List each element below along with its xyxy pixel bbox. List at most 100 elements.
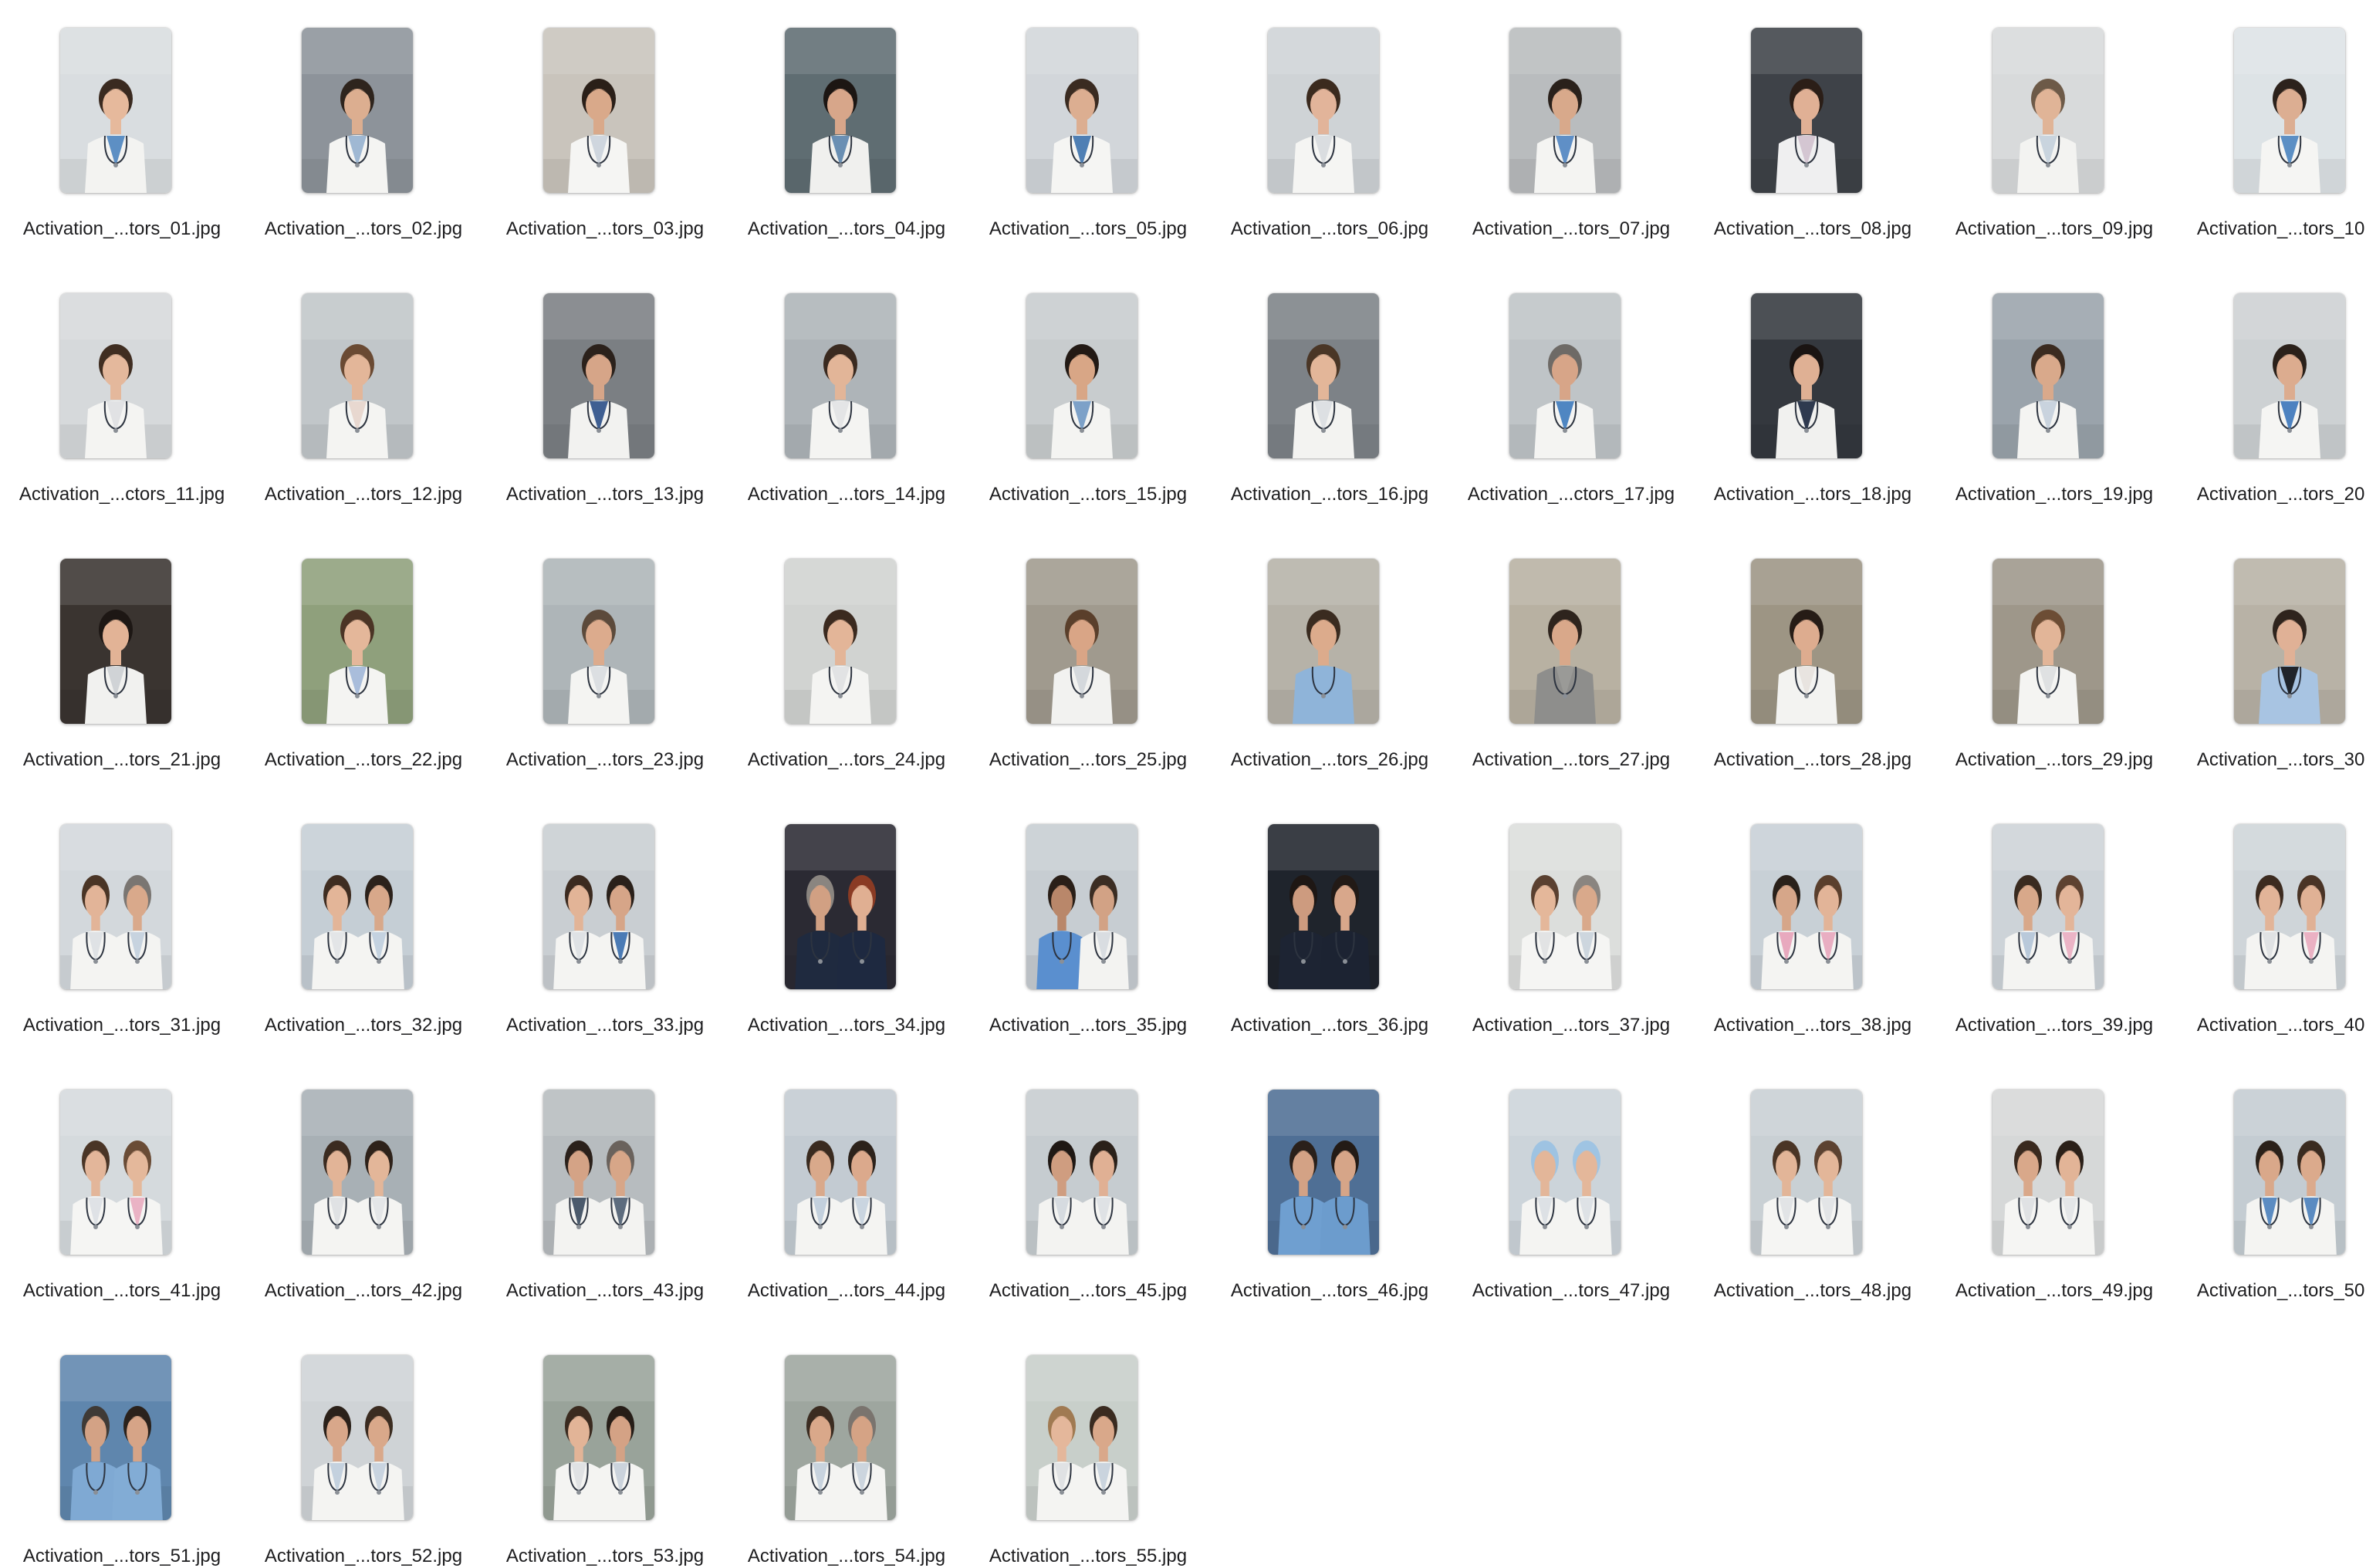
file-item[interactable]: Activation_...tors_20.jpg — [2182, 265, 2366, 505]
photo-thumbnail[interactable] — [1509, 1090, 1621, 1255]
photo-thumbnail[interactable] — [1268, 559, 1379, 724]
file-item[interactable]: Activation_...tors_44.jpg — [732, 1062, 961, 1301]
photo-thumbnail[interactable] — [2234, 1090, 2345, 1255]
photo-thumbnail[interactable] — [543, 28, 654, 193]
file-item[interactable]: Activation_...tors_48.jpg — [1698, 1062, 1927, 1301]
file-item[interactable]: Activation_...tors_19.jpg — [1940, 265, 2168, 505]
file-item[interactable]: Activation_...tors_21.jpg — [8, 531, 236, 770]
photo-thumbnail[interactable] — [1509, 293, 1621, 458]
file-item[interactable]: Activation_...ctors_11.jpg — [8, 265, 236, 505]
photo-thumbnail[interactable] — [1993, 824, 2104, 989]
photo-thumbnail[interactable] — [1026, 293, 1137, 458]
photo-thumbnail[interactable] — [1026, 1355, 1137, 1520]
file-item[interactable]: Activation_...tors_24.jpg — [732, 531, 961, 770]
photo-thumbnail[interactable] — [60, 559, 171, 724]
file-item[interactable]: Activation_...tors_14.jpg — [732, 265, 961, 505]
file-item[interactable]: Activation_...tors_16.jpg — [1215, 265, 1444, 505]
file-item[interactable]: Activation_...tors_46.jpg — [1215, 1062, 1444, 1301]
photo-thumbnail[interactable] — [543, 559, 654, 724]
file-item[interactable]: Activation_...tors_40.jpg — [2182, 796, 2366, 1036]
file-item[interactable]: Activation_...tors_49.jpg — [1940, 1062, 2168, 1301]
file-item[interactable]: Activation_...tors_28.jpg — [1698, 531, 1927, 770]
file-item[interactable]: Activation_...tors_34.jpg — [732, 796, 961, 1036]
photo-thumbnail[interactable] — [2234, 293, 2345, 458]
photo-thumbnail[interactable] — [785, 28, 896, 193]
file-item[interactable]: Activation_...tors_12.jpg — [249, 265, 478, 505]
photo-thumbnail[interactable] — [1509, 28, 1621, 193]
photo-thumbnail[interactable] — [1993, 28, 2104, 193]
file-item[interactable]: Activation_...tors_53.jpg — [491, 1327, 719, 1566]
photo-thumbnail[interactable] — [60, 28, 171, 193]
file-item[interactable]: Activation_...tors_02.jpg — [249, 0, 478, 239]
photo-thumbnail[interactable] — [1509, 559, 1621, 724]
file-item[interactable]: Activation_...tors_43.jpg — [491, 1062, 719, 1301]
photo-thumbnail[interactable] — [2234, 28, 2345, 193]
photo-thumbnail[interactable] — [1026, 559, 1137, 724]
file-item[interactable]: Activation_...tors_18.jpg — [1698, 265, 1927, 505]
file-item[interactable]: Activation_...tors_30.jpg — [2182, 531, 2366, 770]
photo-thumbnail[interactable] — [2234, 559, 2345, 724]
photo-thumbnail[interactable] — [785, 1090, 896, 1255]
photo-thumbnail[interactable] — [785, 559, 896, 724]
file-item[interactable]: Activation_...tors_42.jpg — [249, 1062, 478, 1301]
file-item[interactable]: Activation_...tors_35.jpg — [974, 796, 1202, 1036]
photo-thumbnail[interactable] — [302, 559, 413, 724]
file-item[interactable]: Activation_...tors_32.jpg — [249, 796, 478, 1036]
photo-thumbnail[interactable] — [60, 1355, 171, 1520]
file-item[interactable]: Activation_...tors_22.jpg — [249, 531, 478, 770]
file-item[interactable]: Activation_...tors_09.jpg — [1940, 0, 2168, 239]
file-item[interactable]: Activation_...tors_07.jpg — [1457, 0, 1685, 239]
photo-thumbnail[interactable] — [1993, 293, 2104, 458]
file-item[interactable]: Activation_...tors_39.jpg — [1940, 796, 2168, 1036]
photo-thumbnail[interactable] — [1026, 28, 1137, 193]
photo-thumbnail[interactable] — [1751, 824, 1862, 989]
photo-thumbnail[interactable] — [1993, 1090, 2104, 1255]
photo-thumbnail[interactable] — [1268, 1090, 1379, 1255]
file-item[interactable]: Activation_...tors_27.jpg — [1457, 531, 1685, 770]
photo-thumbnail[interactable] — [1509, 824, 1621, 989]
file-item[interactable]: Activation_...tors_26.jpg — [1215, 531, 1444, 770]
photo-thumbnail[interactable] — [60, 1090, 171, 1255]
file-item[interactable]: Activation_...tors_47.jpg — [1457, 1062, 1685, 1301]
photo-thumbnail[interactable] — [1268, 28, 1379, 193]
file-item[interactable]: Activation_...tors_41.jpg — [8, 1062, 236, 1301]
file-item[interactable]: Activation_...tors_38.jpg — [1698, 796, 1927, 1036]
photo-thumbnail[interactable] — [1751, 293, 1862, 458]
photo-thumbnail[interactable] — [1026, 1090, 1137, 1255]
file-item[interactable]: Activation_...tors_29.jpg — [1940, 531, 2168, 770]
file-item[interactable]: Activation_...tors_05.jpg — [974, 0, 1202, 239]
photo-thumbnail[interactable] — [1268, 824, 1379, 989]
file-item[interactable]: Activation_...tors_51.jpg — [8, 1327, 236, 1566]
photo-thumbnail[interactable] — [2234, 824, 2345, 989]
photo-thumbnail[interactable] — [60, 293, 171, 458]
file-item[interactable]: Activation_...tors_08.jpg — [1698, 0, 1927, 239]
file-item[interactable]: Activation_...ctors_17.jpg — [1457, 265, 1685, 505]
photo-thumbnail[interactable] — [302, 1355, 413, 1520]
photo-thumbnail[interactable] — [1026, 824, 1137, 989]
photo-thumbnail[interactable] — [1751, 559, 1862, 724]
file-item[interactable]: Activation_...tors_55.jpg — [974, 1327, 1202, 1566]
photo-thumbnail[interactable] — [1268, 293, 1379, 458]
photo-thumbnail[interactable] — [543, 824, 654, 989]
photo-thumbnail[interactable] — [1993, 559, 2104, 724]
photo-thumbnail[interactable] — [1751, 1090, 1862, 1255]
photo-thumbnail[interactable] — [543, 1355, 654, 1520]
file-item[interactable]: Activation_...tors_25.jpg — [974, 531, 1202, 770]
file-item[interactable]: Activation_...tors_36.jpg — [1215, 796, 1444, 1036]
file-item[interactable]: Activation_...tors_04.jpg — [732, 0, 961, 239]
photo-thumbnail[interactable] — [543, 293, 654, 458]
file-item[interactable]: Activation_...tors_03.jpg — [491, 0, 719, 239]
file-item[interactable]: Activation_...tors_31.jpg — [8, 796, 236, 1036]
file-item[interactable]: Activation_...tors_54.jpg — [732, 1327, 961, 1566]
file-item[interactable]: Activation_...tors_37.jpg — [1457, 796, 1685, 1036]
file-item[interactable]: Activation_...tors_52.jpg — [249, 1327, 478, 1566]
photo-thumbnail[interactable] — [302, 824, 413, 989]
file-item[interactable]: Activation_...tors_01.jpg — [8, 0, 236, 239]
photo-thumbnail[interactable] — [302, 1090, 413, 1255]
file-item[interactable]: Activation_...tors_45.jpg — [974, 1062, 1202, 1301]
photo-thumbnail[interactable] — [302, 293, 413, 458]
photo-thumbnail[interactable] — [302, 28, 413, 193]
photo-thumbnail[interactable] — [543, 1090, 654, 1255]
photo-thumbnail[interactable] — [785, 293, 896, 458]
photo-thumbnail[interactable] — [785, 824, 896, 989]
